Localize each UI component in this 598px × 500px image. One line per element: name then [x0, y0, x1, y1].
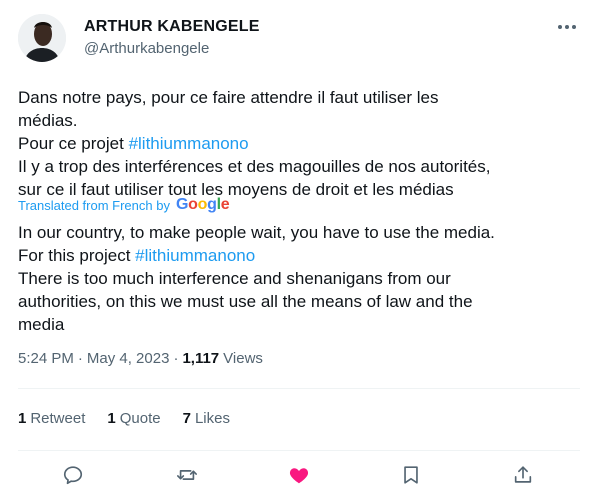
divider: [18, 388, 580, 389]
share-icon: [514, 466, 532, 483]
divider: [18, 450, 580, 451]
quotes-label: Quote: [119, 410, 161, 427]
author-name[interactable]: ARTHUR KABENGELE: [84, 18, 260, 36]
bookmark-icon: [404, 466, 418, 484]
hashtag-link[interactable]: #lithiummanono: [135, 246, 255, 265]
translation-line: There is too much interference and shena…: [18, 269, 451, 288]
retweet-icon: [177, 470, 197, 480]
action-bar: [0, 458, 598, 492]
translation-label: Translated from French by: [18, 197, 170, 213]
likes-label: Likes: [194, 410, 230, 427]
translation-line: In our country, to make people wait, you…: [18, 223, 495, 242]
reply-button[interactable]: [58, 460, 88, 490]
engagement-stats: 1 Retweet 1 Quote 7 Likes: [18, 410, 230, 427]
tweet-line: Dans notre pays, pour ce faire attendre …: [18, 88, 439, 107]
meta-separator: ·: [173, 350, 179, 367]
translation-line-text: For this project: [18, 246, 131, 265]
author-handle[interactable]: @Arthurkabengele: [84, 40, 209, 57]
tweet-text-original: Dans notre pays, pour ce faire attendre …: [18, 86, 578, 201]
translation-attribution[interactable]: Translated from French by Google: [18, 196, 230, 214]
meta-separator: ·: [77, 350, 83, 367]
tweet-meta: 5:24 PM · May 4, 2023 · 1,117 Views: [18, 350, 263, 367]
translation-line: media: [18, 315, 65, 334]
tweet-line: Pour ce projet #lithiummanono: [18, 132, 578, 155]
retweets-stat[interactable]: 1 Retweet: [18, 410, 85, 427]
avatar-image: [18, 14, 66, 62]
tweet-card: ARTHUR KABENGELE @Arthurkabengele Dans n…: [0, 0, 598, 500]
tweet-date[interactable]: May 4, 2023: [87, 350, 170, 367]
tweet-line: Il y a trop des interférences et des mag…: [18, 157, 491, 176]
quotes-stat[interactable]: 1 Quote: [107, 410, 160, 427]
translation-line: For this project #lithiummanono: [18, 244, 578, 267]
bookmark-button[interactable]: [396, 460, 426, 490]
reply-icon: [63, 466, 83, 485]
avatar[interactable]: [18, 14, 66, 62]
quotes-count: 1: [107, 410, 116, 427]
likes-count: 7: [182, 410, 191, 427]
hashtag-link[interactable]: #lithiummanono: [129, 134, 249, 153]
translation-line: authorities, on this we must use all the…: [18, 292, 473, 311]
more-horizontal-icon[interactable]: [556, 16, 578, 38]
retweets-label: Retweet: [30, 410, 86, 427]
tweet-time[interactable]: 5:24 PM: [18, 350, 74, 367]
google-logo: Google: [175, 196, 230, 213]
tweet-line: médias.: [18, 111, 78, 130]
tweet-line-text: Pour ce projet: [18, 134, 124, 153]
retweet-button[interactable]: [172, 460, 202, 490]
views-count: 1,117: [182, 350, 220, 367]
heart-icon: [289, 468, 309, 484]
retweets-count: 1: [18, 410, 27, 427]
views-label: Views: [223, 350, 263, 367]
share-button[interactable]: [508, 460, 538, 490]
tweet-text-translation: In our country, to make people wait, you…: [18, 221, 578, 336]
likes-stat[interactable]: 7 Likes: [183, 410, 230, 427]
like-button[interactable]: [284, 460, 314, 490]
